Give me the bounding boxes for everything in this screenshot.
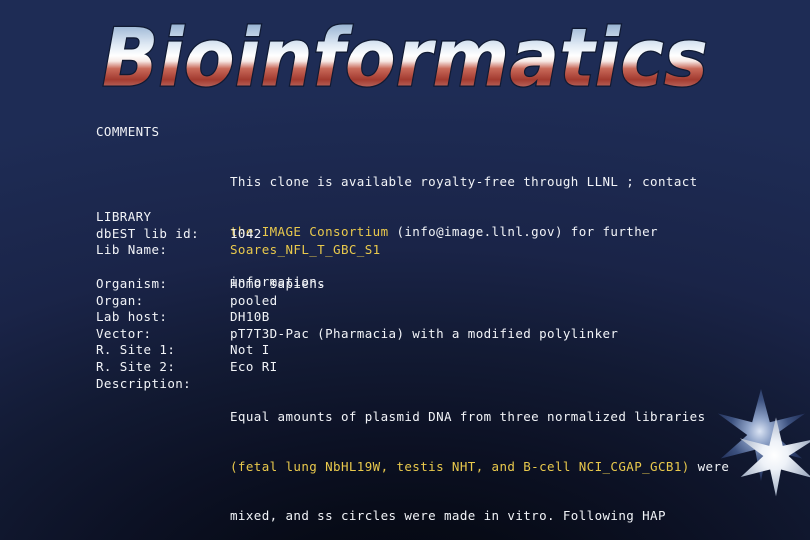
detail-label-vector: Vector: xyxy=(96,325,152,341)
detail-value-lab-host: DH10B xyxy=(230,309,270,325)
title-text: Bioinformatics xyxy=(102,13,708,105)
comments-heading: COMMENTS xyxy=(96,124,160,139)
description-body: Equal amounts of plasmid DNA from three … xyxy=(230,376,775,540)
detail-label-description: Description: xyxy=(96,375,192,391)
detail-value-vector: pT7T3D-Pac (Pharmacia) with a modified p… xyxy=(230,325,619,341)
library-field-value-dbest-lib-id: 1042 xyxy=(230,225,262,241)
comments-line-2-rest: (info@image.llnl.gov) for further xyxy=(388,223,658,239)
library-field-label-dbest-lib-id: dbEST lib id: xyxy=(96,225,200,241)
comments-line-1: This clone is available royalty-free thr… xyxy=(230,174,698,190)
library-heading: LIBRARY xyxy=(96,209,152,224)
detail-value-r-site-2: Eco RI xyxy=(230,359,278,374)
slide-canvas: Bioinformatics COMMENTS This clone is av… xyxy=(0,0,810,540)
detail-label-organism: Organism: xyxy=(96,276,168,291)
description-line-1: Equal amounts of plasmid DNA from three … xyxy=(230,408,706,424)
description-line-2-rest: were xyxy=(689,458,730,474)
detail-label-organ: Organ: xyxy=(96,292,144,308)
description-line-3: mixed, and ss circles were made in vitro… xyxy=(230,508,666,524)
detail-label-lab-host: Lab host: xyxy=(96,309,168,325)
page-title: Bioinformatics xyxy=(0,8,810,108)
detail-label-r-site-2: R. Site 2: xyxy=(96,359,176,374)
detail-value-r-site-1: Not I xyxy=(230,342,270,358)
detail-label-r-site-1: R. Site 1: xyxy=(96,342,176,358)
library-field-label-lib-name: Lib Name: xyxy=(96,242,168,258)
library-field-value-lib-name[interactable]: Soares_NFL_T_GBC_S1 xyxy=(230,242,381,259)
detail-value-organism: Homo sapiens xyxy=(230,276,326,291)
detail-value-organ: pooled xyxy=(230,292,278,308)
comments-body: This clone is available royalty-free thr… xyxy=(230,141,775,324)
description-source-libraries[interactable]: (fetal lung NbHL19W, testis NHT, and B-c… xyxy=(230,459,690,474)
